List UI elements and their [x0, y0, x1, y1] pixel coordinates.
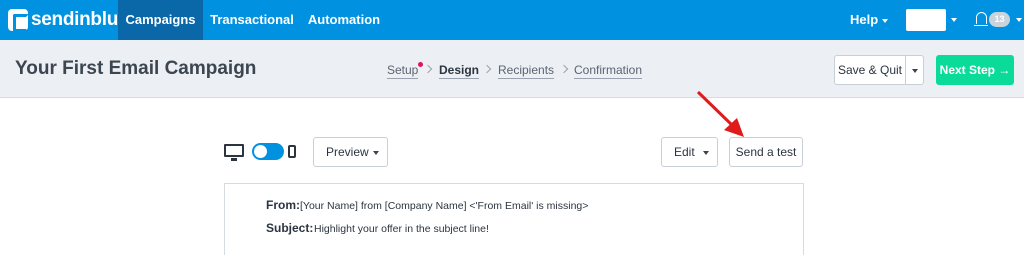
caret-down-icon[interactable] — [951, 18, 957, 22]
step-setup[interactable]: Setup — [387, 63, 419, 79]
annotation-arrow-head — [724, 118, 744, 137]
mobile-icon[interactable] — [288, 145, 296, 158]
caret-down-icon — [882, 18, 889, 23]
sendinblue-logo-icon — [8, 9, 29, 32]
nav-campaigns[interactable]: Campaigns — [118, 0, 203, 40]
step-status-dot — [418, 62, 423, 67]
from-value[interactable]: [Your Name] from [Company Name] <'From E… — [300, 200, 588, 212]
account-menu[interactable] — [906, 9, 946, 31]
caret-down-icon — [371, 138, 381, 166]
brand-name: sendinblue — [31, 9, 129, 30]
step-recipients[interactable]: Recipients — [498, 63, 555, 79]
preview-dropdown[interactable]: Preview — [313, 137, 388, 167]
notification-badge[interactable]: 13 — [989, 12, 1010, 27]
preview-label: Preview — [326, 145, 369, 159]
subject-value[interactable]: Highlight your offer in the subject line… — [314, 223, 489, 235]
help-label: Help — [850, 12, 879, 27]
save-options-dropdown[interactable] — [905, 55, 924, 85]
edit-label: Edit — [674, 145, 695, 159]
nav-transactional[interactable]: Transactional — [203, 0, 301, 40]
help-menu[interactable]: Help — [850, 0, 889, 40]
sendinblue-logo[interactable]: sendinblue — [8, 8, 129, 32]
top-navigation: sendinblue Campaigns Transactional Autom… — [0, 0, 1024, 40]
step-design[interactable]: Design — [439, 63, 480, 79]
step-confirmation[interactable]: Confirmation — [574, 63, 643, 79]
page-title: Your First Email Campaign — [15, 58, 257, 79]
email-header-panel — [224, 183, 804, 255]
edit-dropdown[interactable]: Edit — [661, 137, 718, 167]
caret-down-icon — [701, 138, 711, 166]
view-mode-toggle[interactable] — [252, 143, 284, 160]
nav-automation[interactable]: Automation — [301, 0, 387, 40]
subject-label: Subject: — [266, 221, 314, 235]
next-step-button[interactable]: Next Step → — [936, 55, 1014, 85]
save-quit-button[interactable]: Save & Quit — [834, 55, 906, 85]
from-label: From: — [266, 198, 300, 212]
send-test-button[interactable]: Send a test — [729, 137, 803, 167]
desktop-icon[interactable] — [224, 144, 244, 161]
bell-icon[interactable] — [974, 12, 988, 26]
caret-down-icon[interactable] — [1016, 18, 1022, 22]
